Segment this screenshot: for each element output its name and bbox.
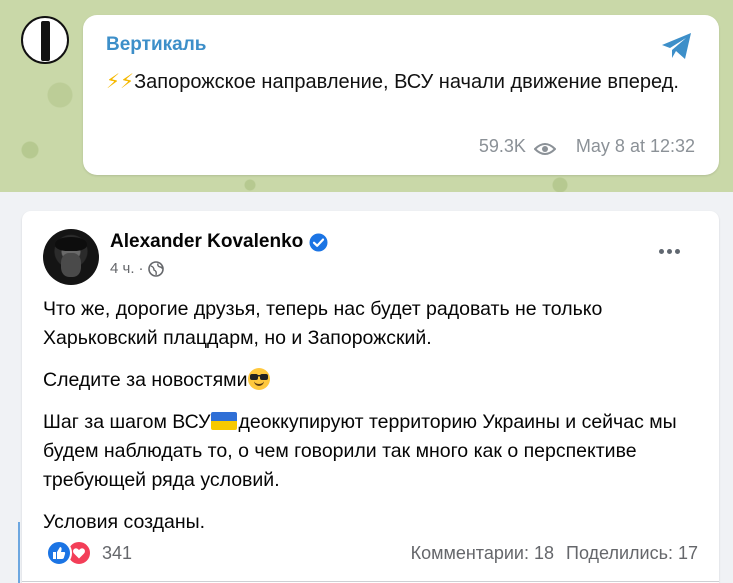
post-stats: Комментарии: 18 Поделились: 17 (411, 543, 698, 564)
post-paragraph-3: Шаг за шагом ВСУ деоккупируют территорию … (43, 408, 703, 495)
more-dots-icon[interactable] (654, 241, 684, 261)
message-meta: 59.3K May 8 at 12:32 (479, 136, 695, 157)
views-count: 59.3K (478, 136, 526, 156)
emoji-smile (254, 381, 265, 386)
dot (666, 248, 672, 254)
channel-name[interactable]: Вертикаль (106, 34, 206, 56)
globe-icon (147, 260, 164, 277)
post-footer: 341 Комментарии: 18 Поделились: 17 (46, 539, 698, 567)
channel-avatar[interactable] (21, 16, 69, 64)
message-body: Запорожское направление, ВСУ начали движ… (134, 71, 679, 93)
avatar-mask (61, 253, 81, 277)
post-body: Что же, дорогие друзья, теперь нас будет… (43, 295, 703, 550)
avatar-logo-bar (41, 21, 50, 61)
dot (658, 248, 664, 254)
post-paragraph-1: Что же, дорогие друзья, теперь нас будет… (43, 298, 603, 349)
dot (674, 248, 680, 254)
verified-badge-icon (309, 233, 328, 252)
post-paragraph-4: Условия созданы. (43, 511, 206, 533)
reactions-count[interactable]: 341 (102, 543, 132, 564)
shares-count[interactable]: Поделились: 17 (566, 543, 698, 564)
post-time[interactable]: 4 ч. (110, 260, 135, 277)
like-reaction-icon (46, 540, 72, 566)
post-paragraph-2: Следите за новостями (43, 366, 703, 395)
divider-rule (18, 522, 20, 583)
message-timestamp: May 8 at 12:32 (575, 136, 695, 156)
author-header: Alexander Kovalenko (110, 231, 328, 253)
facebook-post: Alexander Kovalenko 4 ч. · Что же, дорог… (22, 211, 719, 583)
author-name[interactable]: Alexander Kovalenko (110, 231, 303, 253)
lightning-emoji: ⚡⚡ (106, 71, 135, 93)
ukraine-flag-icon (211, 412, 238, 430)
paragraph-3-start: Шаг за шагом ВСУ (43, 411, 211, 433)
reaction-icons[interactable] (46, 540, 92, 566)
eye-icon (533, 140, 557, 155)
avatar-hat (55, 237, 87, 251)
message-text: ⚡⚡Запорожское направление, ВСУ начали дв… (106, 68, 706, 96)
paragraph-2-text: Следите за новостями (43, 369, 248, 391)
post-meta: 4 ч. · (110, 260, 164, 277)
author-avatar[interactable] (43, 229, 99, 285)
message-bubble: Вертикаль ⚡⚡Запорожское направление, ВСУ… (83, 15, 719, 175)
sunglasses-emoji-icon (248, 368, 271, 390)
meta-separator: · (138, 260, 144, 277)
telegram-post-area: Вертикаль ⚡⚡Запорожское направление, ВСУ… (0, 0, 733, 192)
paper-plane-icon[interactable] (660, 31, 694, 61)
footer-divider (22, 581, 719, 582)
comments-count[interactable]: Комментарии: 18 (411, 543, 554, 564)
